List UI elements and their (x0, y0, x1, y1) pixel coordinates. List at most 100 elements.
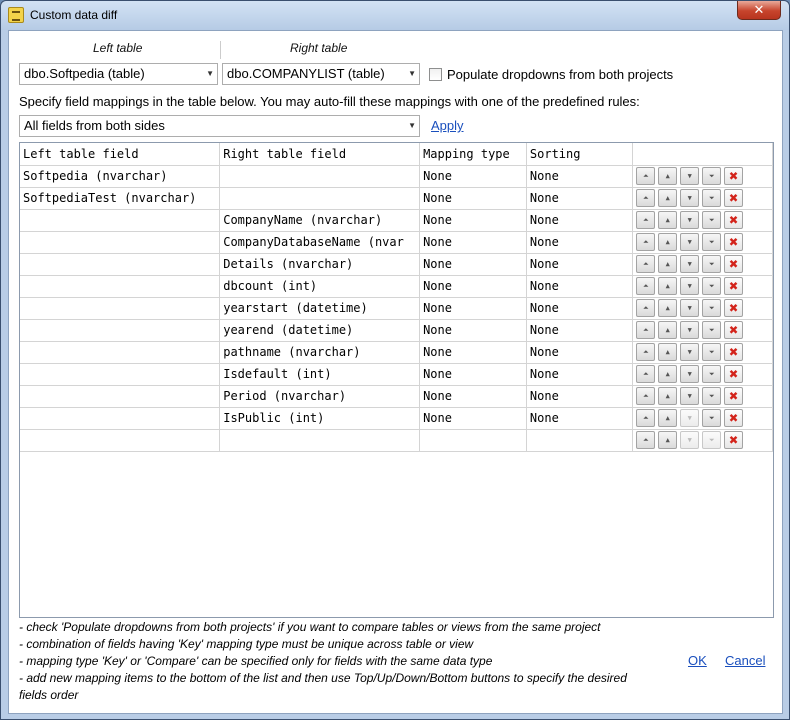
left-field-cell[interactable] (20, 341, 221, 364)
sorting-cell[interactable]: None (526, 209, 634, 232)
move-up-button[interactable]: ▲ (658, 189, 678, 207)
table-row[interactable]: yearend (datetime) None None ⏶ ▲ ▼ ⏷ ✖ (20, 319, 773, 342)
table-row[interactable]: IsPublic (int) None None ⏶ ▲ ▼ ⏷ ✖ (20, 407, 773, 430)
table-row[interactable]: Softpedia (nvarchar) None None ⏶ ▲ ▼ ⏷ ✖ (20, 165, 773, 188)
table-row[interactable]: ⏶ ▲ ▼ ⏷ ✖ (20, 429, 773, 452)
move-top-button[interactable]: ⏶ (636, 167, 656, 185)
move-top-button[interactable]: ⏶ (636, 431, 656, 449)
sorting-cell[interactable]: None (526, 275, 634, 298)
move-bottom-button[interactable]: ⏷ (702, 189, 722, 207)
move-down-button[interactable]: ▼ (680, 167, 700, 185)
delete-button[interactable]: ✖ (724, 233, 744, 251)
mapping-type-cell[interactable]: None (419, 165, 527, 188)
right-field-cell[interactable]: Details (nvarchar) (219, 253, 421, 276)
sorting-cell[interactable]: None (526, 231, 634, 254)
table-row[interactable]: SoftpediaTest (nvarchar) None None ⏶ ▲ ▼ ⏷ ✖ (20, 187, 773, 210)
ok-button[interactable]: OK (688, 653, 707, 668)
sorting-cell[interactable]: None (526, 363, 634, 386)
move-down-button[interactable]: ▼ (680, 233, 700, 251)
delete-button[interactable]: ✖ (724, 277, 744, 295)
right-field-cell[interactable] (219, 165, 421, 188)
move-down-button[interactable]: ▼ (680, 409, 700, 427)
mapping-type-cell[interactable]: None (419, 407, 527, 430)
table-row[interactable]: dbcount (int) None None ⏶ ▲ ▼ ⏷ ✖ (20, 275, 773, 298)
move-down-button[interactable]: ▼ (680, 299, 700, 317)
sorting-cell[interactable]: None (526, 407, 634, 430)
column-header-sorting[interactable]: Sorting (526, 143, 634, 166)
left-field-cell[interactable] (20, 275, 221, 298)
mapping-type-cell[interactable]: None (419, 231, 527, 254)
left-field-cell[interactable] (20, 297, 221, 320)
move-bottom-button[interactable]: ⏷ (702, 211, 722, 229)
delete-button[interactable]: ✖ (724, 167, 744, 185)
move-top-button[interactable]: ⏶ (636, 233, 656, 251)
sorting-cell[interactable]: None (526, 385, 634, 408)
move-top-button[interactable]: ⏶ (636, 365, 656, 383)
delete-button[interactable]: ✖ (724, 189, 744, 207)
left-field-cell[interactable] (20, 231, 221, 254)
move-bottom-button[interactable]: ⏷ (702, 321, 722, 339)
left-field-cell[interactable]: Softpedia (nvarchar) (20, 165, 221, 188)
title-bar[interactable]: Custom data diff ✕ (1, 1, 789, 30)
delete-button[interactable]: ✖ (724, 299, 744, 317)
move-down-button[interactable]: ▼ (680, 189, 700, 207)
delete-button[interactable]: ✖ (724, 431, 744, 449)
mapping-type-cell[interactable]: None (419, 319, 527, 342)
table-row[interactable]: Details (nvarchar) None None ⏶ ▲ ▼ ⏷ ✖ (20, 253, 773, 276)
move-up-button[interactable]: ▲ (658, 387, 678, 405)
right-field-cell[interactable]: yearstart (datetime) (219, 297, 421, 320)
table-row[interactable]: Isdefault (int) None None ⏶ ▲ ▼ ⏷ ✖ (20, 363, 773, 386)
move-up-button[interactable]: ▲ (658, 321, 678, 339)
move-bottom-button[interactable]: ⏷ (702, 277, 722, 295)
move-up-button[interactable]: ▲ (658, 167, 678, 185)
mapping-rule-select[interactable]: All fields from both sides ▼ (19, 115, 420, 137)
move-bottom-button[interactable]: ⏷ (702, 255, 722, 273)
sorting-cell[interactable]: None (526, 319, 634, 342)
right-field-cell[interactable]: dbcount (int) (219, 275, 421, 298)
left-field-cell[interactable] (20, 385, 221, 408)
left-field-cell[interactable] (20, 319, 221, 342)
delete-button[interactable]: ✖ (724, 387, 744, 405)
column-header-right-field[interactable]: Right table field (219, 143, 421, 166)
table-row[interactable]: pathname (nvarchar) None None ⏶ ▲ ▼ ⏷ ✖ (20, 341, 773, 364)
table-row[interactable]: CompanyDatabaseName (nvar None None ⏶ ▲ ▼ ⏷ ✖ (20, 231, 773, 254)
left-field-cell[interactable] (20, 209, 221, 232)
move-down-button[interactable]: ▼ (680, 343, 700, 361)
move-bottom-button[interactable]: ⏷ (702, 233, 722, 251)
sorting-cell[interactable]: None (526, 297, 634, 320)
mapping-type-cell[interactable]: None (419, 363, 527, 386)
right-field-cell[interactable]: CompanyName (nvarchar) (219, 209, 421, 232)
sorting-cell[interactable] (526, 429, 634, 452)
move-top-button[interactable]: ⏶ (636, 299, 656, 317)
move-down-button[interactable]: ▼ (680, 387, 700, 405)
left-field-cell[interactable] (20, 363, 221, 386)
mapping-type-cell[interactable]: None (419, 187, 527, 210)
left-field-cell[interactable] (20, 407, 221, 430)
move-top-button[interactable]: ⏶ (636, 211, 656, 229)
move-down-button[interactable]: ▼ (680, 431, 700, 449)
move-down-button[interactable]: ▼ (680, 277, 700, 295)
populate-checkbox-label[interactable]: Populate dropdowns from both projects (447, 67, 673, 82)
move-top-button[interactable]: ⏶ (636, 343, 656, 361)
right-field-cell[interactable]: yearend (datetime) (219, 319, 421, 342)
move-top-button[interactable]: ⏶ (636, 189, 656, 207)
left-field-cell[interactable] (20, 253, 221, 276)
mapping-type-cell[interactable] (419, 429, 527, 452)
column-header-left-field[interactable]: Left table field (20, 143, 221, 166)
delete-button[interactable]: ✖ (724, 321, 744, 339)
sorting-cell[interactable]: None (526, 341, 634, 364)
move-up-button[interactable]: ▲ (658, 233, 678, 251)
right-field-cell[interactable] (219, 429, 421, 452)
mapping-type-cell[interactable]: None (419, 385, 527, 408)
sorting-cell[interactable]: None (526, 253, 634, 276)
delete-button[interactable]: ✖ (724, 211, 744, 229)
move-up-button[interactable]: ▲ (658, 211, 678, 229)
move-up-button[interactable]: ▲ (658, 277, 678, 295)
move-bottom-button[interactable]: ⏷ (702, 167, 722, 185)
left-table-select[interactable]: dbo.Softpedia (table) ▼ (19, 63, 218, 85)
sorting-cell[interactable]: None (526, 165, 634, 188)
right-field-cell[interactable] (219, 187, 421, 210)
move-top-button[interactable]: ⏶ (636, 387, 656, 405)
move-up-button[interactable]: ▲ (658, 299, 678, 317)
close-button[interactable]: ✕ (737, 1, 781, 20)
